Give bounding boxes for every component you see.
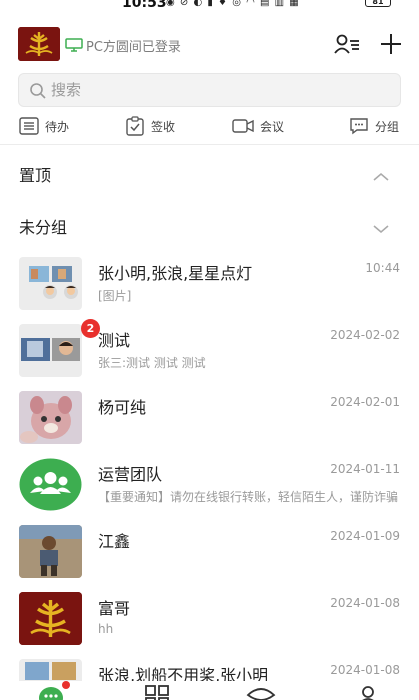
toolbar-groups[interactable]: 分组 bbox=[349, 112, 399, 140]
status-icons: ◉ ⊘ ◐ ▮ ♦ ◎ ◠ ▤ ▥ ▦ bbox=[166, 0, 300, 8]
toolbar-signoff[interactable]: 签收 bbox=[125, 112, 175, 140]
bottom-nav bbox=[0, 681, 419, 700]
team-icon bbox=[19, 458, 82, 511]
contact-avatar bbox=[19, 525, 82, 578]
toolbar-todo-label: 待办 bbox=[45, 119, 70, 134]
search-bar[interactable] bbox=[18, 73, 401, 107]
chat-time: 10:44 bbox=[365, 261, 400, 275]
quick-toolbar: 待办 签收 会议 分组 bbox=[0, 112, 419, 140]
chat-item[interactable]: 张小明,张浪,星星点灯 [图片] 10:44 bbox=[0, 257, 419, 324]
chat-time: 2024-02-01 bbox=[330, 395, 400, 409]
chat-time: 2024-01-08 bbox=[330, 596, 400, 610]
battery-indicator: 81 bbox=[365, 0, 391, 7]
group-ungrouped-label: 未分组 bbox=[19, 218, 68, 237]
chat-name: 江鑫 bbox=[98, 532, 131, 551]
logo-emblem-icon bbox=[18, 27, 60, 61]
chat-time: 2024-02-02 bbox=[330, 328, 400, 342]
chat-item[interactable]: 2 测试 张三:测试 测试 测试 2024-02-02 bbox=[0, 319, 419, 391]
logo-emblem-icon bbox=[19, 592, 82, 645]
video-camera-icon bbox=[232, 119, 254, 133]
chat-preview: hh bbox=[98, 622, 114, 636]
chat-time: 2024-01-11 bbox=[330, 462, 400, 476]
chevron-up-icon bbox=[373, 167, 389, 186]
chat-item[interactable]: 运营团队 【重要通知】请勿在线银行转账，轻信陌生人，谨防诈骗 2024-01-1… bbox=[0, 458, 419, 525]
nav-messages-dot bbox=[62, 681, 70, 689]
nav-profile-icon[interactable] bbox=[357, 684, 379, 700]
pc-monitor-icon bbox=[65, 37, 83, 56]
chat-name: 杨可纯 bbox=[98, 398, 147, 417]
group-avatar: 2 bbox=[19, 319, 100, 377]
chat-preview: 张三:测试 测试 测试 bbox=[98, 356, 206, 370]
chat-preview: [图片] bbox=[98, 289, 132, 303]
top-header: PC方圆间已登录 bbox=[0, 24, 419, 66]
group-avatar bbox=[19, 257, 82, 310]
chat-item[interactable]: 富哥 hh 2024-01-08 bbox=[0, 592, 419, 659]
nav-messages-icon[interactable] bbox=[38, 685, 64, 700]
chat-name: 测试 bbox=[98, 331, 131, 350]
chat-time: 2024-01-08 bbox=[330, 663, 400, 677]
nav-discover-icon[interactable] bbox=[246, 686, 276, 700]
group-ungrouped[interactable]: 未分组 bbox=[0, 205, 419, 245]
nav-apps-icon[interactable] bbox=[144, 684, 170, 700]
user-avatar[interactable] bbox=[18, 27, 60, 61]
group-pinned[interactable]: 置顶 bbox=[0, 153, 419, 193]
todo-list-icon bbox=[19, 117, 39, 135]
header-divider bbox=[0, 144, 419, 145]
chat-preview: 【重要通知】请勿在线银行转账，轻信陌生人，谨防诈骗 bbox=[98, 490, 399, 504]
toolbar-meeting-label: 会议 bbox=[260, 119, 285, 134]
plus-icon[interactable] bbox=[380, 33, 402, 59]
chevron-down-icon bbox=[373, 219, 389, 238]
toolbar-signoff-label: 签收 bbox=[151, 119, 176, 134]
toolbar-meeting[interactable]: 会议 bbox=[232, 112, 284, 140]
messages-screen: 10:53 ◉ ⊘ ◐ ▮ ♦ ◎ ◠ ▤ ▥ ▦ 81 PC方圆间已登录 搜索… bbox=[0, 0, 419, 700]
search-input[interactable] bbox=[51, 79, 371, 101]
status-time: 10:53 bbox=[122, 0, 167, 11]
search-icon bbox=[29, 82, 47, 104]
contact-avatar bbox=[19, 391, 82, 444]
chat-item[interactable]: 杨可纯 2024-02-01 bbox=[0, 391, 419, 458]
team-avatar bbox=[19, 458, 82, 511]
chat-item[interactable]: 江鑫 2024-01-09 bbox=[0, 525, 419, 592]
contact-avatar bbox=[19, 592, 82, 645]
status-bar: 10:53 ◉ ⊘ ◐ ▮ ♦ ◎ ◠ ▤ ▥ ▦ 81 bbox=[0, 0, 419, 14]
toolbar-todo[interactable]: 待办 bbox=[19, 112, 69, 140]
chat-time: 2024-01-09 bbox=[330, 529, 400, 543]
clipboard-check-icon bbox=[126, 116, 144, 136]
group-pinned-label: 置顶 bbox=[19, 166, 52, 185]
chat-name: 富哥 bbox=[98, 599, 131, 618]
contacts-icon[interactable] bbox=[334, 33, 360, 59]
toolbar-groups-label: 分组 bbox=[375, 119, 400, 134]
pc-login-status[interactable]: PC方圆间已登录 bbox=[86, 36, 181, 55]
chat-group-icon bbox=[350, 118, 368, 135]
chat-name: 运营团队 bbox=[98, 465, 163, 484]
chat-name: 张小明,张浪,星星点灯 bbox=[98, 264, 253, 283]
